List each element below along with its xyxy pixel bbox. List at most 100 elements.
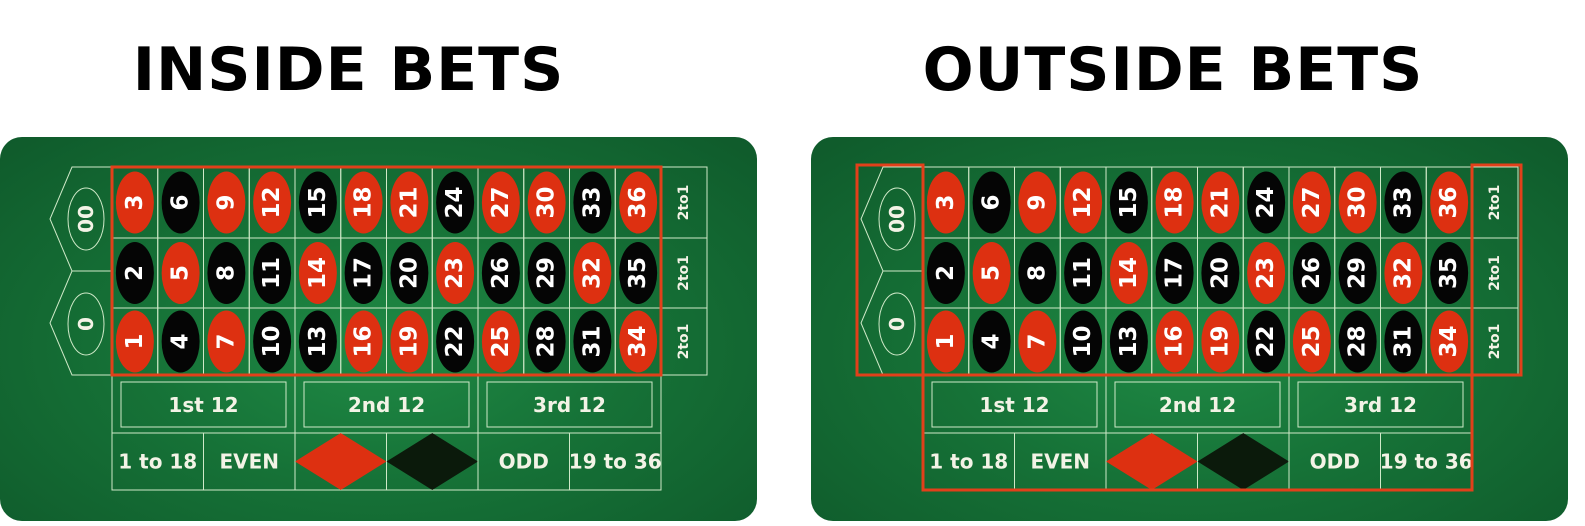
even-money-label[interactable]: ODD [499,450,549,474]
number-25[interactable]: 25 [488,325,514,357]
number-11[interactable]: 11 [259,257,285,289]
number-11[interactable]: 11 [1070,257,1096,289]
number-12[interactable]: 12 [1070,186,1096,218]
number-9[interactable]: 9 [1024,194,1050,210]
number-1[interactable]: 1 [933,333,959,349]
number-4[interactable]: 4 [168,333,194,349]
zero-double-label[interactable]: 00 [885,205,909,233]
number-15[interactable]: 15 [305,186,331,218]
number-35[interactable]: 35 [1436,257,1462,289]
number-10[interactable]: 10 [259,325,285,357]
number-31[interactable]: 31 [1390,325,1416,357]
zero-double-label[interactable]: 00 [74,205,98,233]
number-13[interactable]: 13 [1116,325,1142,357]
column-bet-label[interactable]: 2to1 [676,185,692,221]
number-8[interactable]: 8 [1024,265,1050,281]
number-17[interactable]: 17 [1162,257,1188,289]
red-diamond-icon[interactable] [1106,433,1198,490]
number-32[interactable]: 32 [1390,257,1416,289]
number-3[interactable]: 3 [122,194,148,210]
number-8[interactable]: 8 [213,265,239,281]
number-21[interactable]: 21 [396,186,422,218]
number-9[interactable]: 9 [213,194,239,210]
number-35[interactable]: 35 [625,257,651,289]
number-2[interactable]: 2 [122,265,148,281]
number-2[interactable]: 2 [933,265,959,281]
even-money-label[interactable]: EVEN [1030,450,1090,474]
column-bet-label[interactable]: 2to1 [1487,185,1503,221]
number-3[interactable]: 3 [933,194,959,210]
number-27[interactable]: 27 [1299,186,1325,218]
dozen-1-label[interactable]: 1st 12 [168,393,238,417]
number-24[interactable]: 24 [1253,186,1279,218]
number-12[interactable]: 12 [259,186,285,218]
column-bet-label[interactable]: 2to1 [676,255,692,291]
number-32[interactable]: 32 [579,257,605,289]
number-16[interactable]: 16 [351,325,377,357]
number-20[interactable]: 20 [1207,257,1233,289]
number-21[interactable]: 21 [1207,186,1233,218]
number-15[interactable]: 15 [1116,186,1142,218]
number-27[interactable]: 27 [488,186,514,218]
dozen-2-label[interactable]: 2nd 12 [348,393,425,417]
number-20[interactable]: 20 [396,257,422,289]
number-14[interactable]: 14 [305,257,331,289]
black-diamond-icon[interactable] [386,433,479,490]
number-23[interactable]: 23 [1253,257,1279,289]
number-10[interactable]: 10 [1070,325,1096,357]
number-33[interactable]: 33 [1390,186,1416,218]
zero-single-label[interactable]: 0 [885,317,909,331]
number-34[interactable]: 34 [625,325,651,357]
number-26[interactable]: 26 [1299,257,1325,289]
number-5[interactable]: 5 [168,265,194,281]
number-19[interactable]: 19 [1207,325,1233,357]
number-18[interactable]: 18 [351,186,377,218]
even-money-label[interactable]: 1 to 18 [929,450,1008,474]
black-diamond-icon[interactable] [1197,433,1290,490]
dozen-2-label[interactable]: 2nd 12 [1159,393,1236,417]
number-14[interactable]: 14 [1116,257,1142,289]
column-bet-label[interactable]: 2to1 [1487,255,1503,291]
dozen-3-label[interactable]: 3rd 12 [533,393,606,417]
number-28[interactable]: 28 [1345,325,1371,357]
even-money-label[interactable]: 19 to 36 [1380,450,1473,474]
number-17[interactable]: 17 [351,257,377,289]
number-16[interactable]: 16 [1162,325,1188,357]
red-diamond-icon[interactable] [295,433,387,490]
number-33[interactable]: 33 [579,186,605,218]
dozen-3-label[interactable]: 3rd 12 [1344,393,1417,417]
number-7[interactable]: 7 [213,333,239,349]
number-7[interactable]: 7 [1024,333,1050,349]
number-24[interactable]: 24 [442,186,468,218]
number-36[interactable]: 36 [1436,186,1462,218]
even-money-label[interactable]: EVEN [219,450,279,474]
number-22[interactable]: 22 [1253,325,1279,357]
number-13[interactable]: 13 [305,325,331,357]
number-28[interactable]: 28 [534,325,560,357]
number-25[interactable]: 25 [1299,325,1325,357]
even-money-label[interactable]: 19 to 36 [569,450,662,474]
dozen-1-label[interactable]: 1st 12 [979,393,1049,417]
number-6[interactable]: 6 [168,194,194,210]
number-26[interactable]: 26 [488,257,514,289]
number-31[interactable]: 31 [579,325,605,357]
number-34[interactable]: 34 [1436,325,1462,357]
column-bet-label[interactable]: 2to1 [676,324,692,360]
column-bet-label[interactable]: 2to1 [1487,324,1503,360]
number-36[interactable]: 36 [625,186,651,218]
number-23[interactable]: 23 [442,257,468,289]
number-19[interactable]: 19 [396,325,422,357]
number-18[interactable]: 18 [1162,186,1188,218]
number-6[interactable]: 6 [979,194,1005,210]
number-4[interactable]: 4 [979,333,1005,349]
number-30[interactable]: 30 [534,186,560,218]
zero-single-label[interactable]: 0 [74,317,98,331]
number-29[interactable]: 29 [1345,257,1371,289]
number-1[interactable]: 1 [122,333,148,349]
number-29[interactable]: 29 [534,257,560,289]
even-money-label[interactable]: ODD [1310,450,1360,474]
even-money-label[interactable]: 1 to 18 [118,450,197,474]
number-5[interactable]: 5 [979,265,1005,281]
number-22[interactable]: 22 [442,325,468,357]
number-30[interactable]: 30 [1345,186,1371,218]
